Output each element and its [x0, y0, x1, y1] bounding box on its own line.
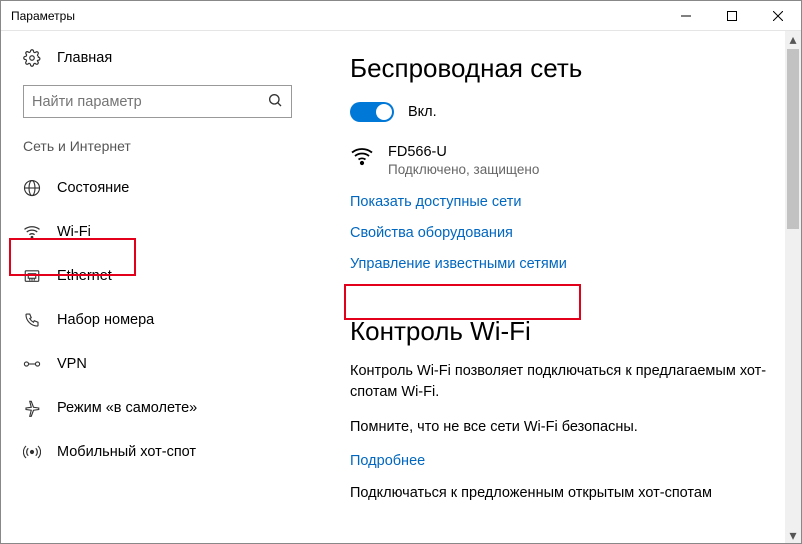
toggle-knob [376, 104, 392, 120]
maximize-button[interactable] [709, 1, 755, 30]
sidebar-item-status[interactable]: Состояние [1, 166, 314, 210]
sidebar: Главная Сеть и Интернет Состояние [1, 31, 314, 543]
scroll-up-arrow[interactable]: ▴ [785, 31, 801, 47]
wifi-control-para1: Контроль Wi-Fi позволяет подключаться к … [350, 361, 769, 403]
sidebar-item-wifi[interactable]: Wi-Fi [1, 210, 314, 254]
network-text: FD566-U Подключено, защищено [388, 144, 539, 177]
close-button[interactable] [755, 1, 801, 30]
titlebar: Параметры [1, 1, 801, 31]
search-box[interactable] [23, 85, 292, 118]
nav-label: Набор номера [57, 312, 154, 328]
globe-icon [23, 179, 41, 197]
wifi-toggle-row: Вкл. [350, 102, 769, 122]
home-row[interactable]: Главная [1, 49, 314, 85]
search-icon [267, 92, 283, 111]
network-ssid: FD566-U [388, 144, 539, 160]
main-panel: Беспроводная сеть Вкл. FD566-U Подключен… [314, 31, 801, 543]
dialup-icon [23, 311, 41, 329]
sidebar-item-airplane[interactable]: Режим «в самолете» [1, 386, 314, 430]
nav-label: Ethernet [57, 268, 112, 284]
wifi-control-para3: Подключаться к предложенным открытым хот… [350, 483, 769, 504]
nav-label: Состояние [57, 180, 129, 196]
settings-window: Параметры Главная [0, 0, 802, 544]
scroll-down-arrow[interactable]: ▾ [785, 527, 801, 543]
search-input[interactable] [32, 94, 267, 110]
sidebar-item-ethernet[interactable]: Ethernet [1, 254, 314, 298]
sidebar-item-vpn[interactable]: VPN [1, 342, 314, 386]
home-label: Главная [57, 50, 112, 66]
nav-label: Режим «в самолете» [57, 400, 197, 416]
sidebar-item-hotspot[interactable]: Мобильный хот-спот [1, 430, 314, 474]
link-known-networks[interactable]: Управление известными сетями [350, 256, 567, 272]
wifi-icon [23, 223, 41, 241]
network-status: Подключено, защищено [388, 162, 539, 177]
nav-label: VPN [57, 356, 87, 372]
link-show-networks[interactable]: Показать доступные сети [350, 194, 521, 210]
scrollbar-thumb[interactable] [787, 49, 799, 229]
group-title: Сеть и Интернет [1, 138, 314, 166]
search-wrap [1, 85, 314, 138]
wifi-control-para2: Помните, что не все сети Wi-Fi безопасны… [350, 417, 769, 438]
connected-network[interactable]: FD566-U Подключено, защищено [350, 144, 769, 177]
wifi-toggle[interactable] [350, 102, 394, 122]
vertical-scrollbar[interactable]: ▴ ▾ [785, 31, 801, 543]
window-buttons [663, 1, 801, 30]
wifi-signal-icon [350, 144, 374, 168]
section-title-wifi-control: Контроль Wi-Fi [350, 316, 769, 347]
link-learn-more[interactable]: Подробнее [350, 453, 425, 469]
content: Главная Сеть и Интернет Состояние [1, 31, 801, 543]
vpn-icon [23, 355, 41, 373]
airplane-icon [23, 399, 41, 417]
sidebar-item-dialup[interactable]: Набор номера [1, 298, 314, 342]
nav-label: Wi-Fi [57, 224, 91, 240]
ethernet-icon [23, 267, 41, 285]
minimize-button[interactable] [663, 1, 709, 30]
toggle-label: Вкл. [408, 104, 437, 120]
gear-icon [23, 49, 41, 67]
link-hardware-properties[interactable]: Свойства оборудования [350, 225, 513, 241]
hotspot-icon [23, 443, 41, 461]
nav-label: Мобильный хот-спот [57, 444, 196, 460]
window-title: Параметры [11, 9, 663, 23]
page-title: Беспроводная сеть [350, 53, 769, 84]
